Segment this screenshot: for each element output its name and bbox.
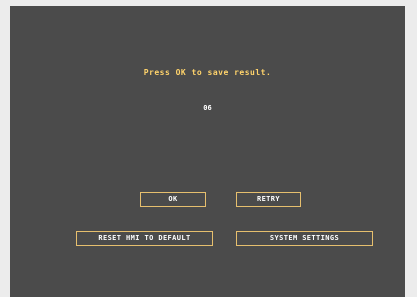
result-value: 06	[203, 104, 212, 112]
hmi-screen: Press OK to save result. 06 OK RETRY RES…	[10, 6, 405, 297]
ok-button[interactable]: OK	[140, 192, 206, 207]
reset-hmi-to-default-button[interactable]: RESET HMI TO DEFAULT	[76, 231, 213, 246]
prompt-message: Press OK to save result.	[143, 68, 272, 77]
retry-button[interactable]: RETRY	[236, 192, 301, 207]
system-settings-button[interactable]: SYSTEM SETTINGS	[236, 231, 373, 246]
